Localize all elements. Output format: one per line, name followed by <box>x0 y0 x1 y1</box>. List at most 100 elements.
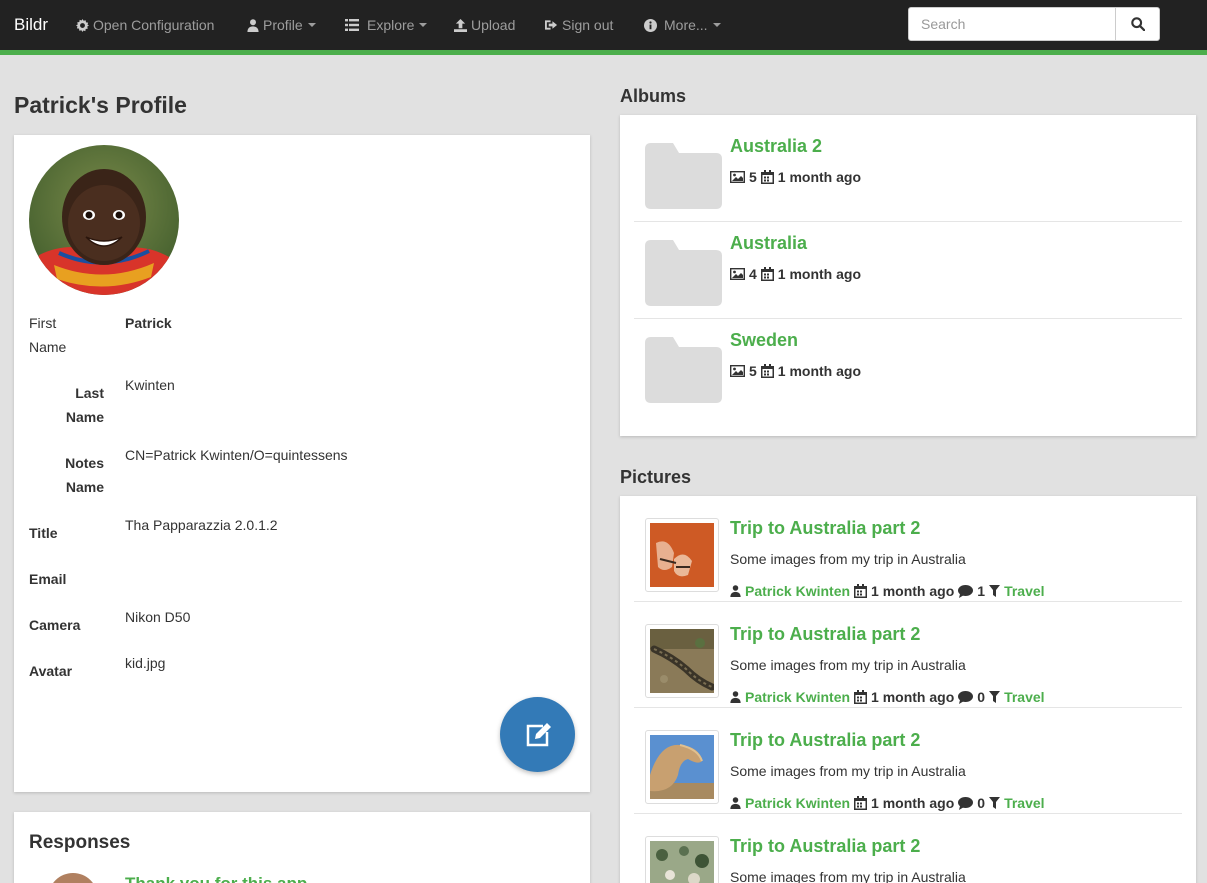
folder-icon <box>645 240 722 306</box>
picture-item[interactable]: Trip to Australia part 2 Some images fro… <box>634 496 1182 602</box>
filter-icon <box>989 585 1001 597</box>
field-value-camera: Nikon D50 <box>125 609 191 625</box>
tag-link[interactable]: Travel <box>1004 689 1044 705</box>
user-icon <box>730 691 741 703</box>
responses-panel: Responses Thank you for this app <box>14 812 590 883</box>
album-count: 5 <box>749 169 757 185</box>
tag-link[interactable]: Travel <box>1004 795 1044 811</box>
picture-item[interactable]: Trip to Australia part 2 Some images fro… <box>634 708 1182 814</box>
edit-profile-button[interactable] <box>500 697 575 772</box>
album-date: 1 month ago <box>777 363 862 379</box>
comment-count: 0 <box>977 689 986 705</box>
search-input[interactable] <box>909 8 1116 40</box>
filter-icon <box>989 691 1001 703</box>
response-link[interactable]: Thank you for this app <box>125 874 307 883</box>
response-avatar <box>48 873 98 883</box>
image-icon <box>730 171 745 183</box>
picture-meta: Patrick Kwinten 1 month ago 0 Travel <box>730 689 1045 705</box>
album-item[interactable]: Sweden 5 1 month ago <box>634 319 1182 416</box>
nav-label: Sign out <box>562 17 614 33</box>
edit-icon <box>526 722 551 746</box>
folder-icon <box>645 337 722 403</box>
albums-panel: Australia 2 5 1 month ago Australia 4 1 … <box>620 115 1196 436</box>
user-icon <box>730 797 741 809</box>
picture-description: Some images from my trip in Australia <box>730 657 966 673</box>
picture-date: 1 month ago <box>871 689 955 705</box>
album-title[interactable]: Sweden <box>730 330 798 351</box>
picture-thumbnail[interactable] <box>645 836 719 883</box>
user-icon <box>247 18 259 32</box>
album-date: 1 month ago <box>777 169 862 185</box>
nav-label: Profile <box>263 17 303 33</box>
image-icon <box>730 365 745 377</box>
responses-title: Responses <box>29 832 131 853</box>
comment-icon <box>958 584 974 598</box>
calendar-icon <box>854 690 868 704</box>
user-icon <box>730 585 741 597</box>
search-form <box>908 7 1160 41</box>
page-title: Patrick's Profile <box>14 92 187 118</box>
comment-icon <box>958 690 974 704</box>
sign-out-icon <box>545 20 558 30</box>
picture-item[interactable]: Trip to Australia part 2 Some images fro… <box>634 814 1182 883</box>
nav-label: Open Configuration <box>93 17 215 33</box>
picture-title[interactable]: Trip to Australia part 2 <box>730 730 920 751</box>
avatar <box>29 145 179 295</box>
field-value-notes-name: CN=Patrick Kwinten/O=quintessens <box>125 447 348 463</box>
field-label-first-name: First Name <box>29 315 67 355</box>
list-icon <box>345 19 359 31</box>
nav-label: More... <box>664 17 708 33</box>
picture-thumbnail[interactable] <box>645 518 719 592</box>
picture-item[interactable]: Trip to Australia part 2 Some images fro… <box>634 602 1182 708</box>
caret-down-icon <box>307 23 316 27</box>
field-label-last-name: Last Name <box>65 385 104 425</box>
picture-title[interactable]: Trip to Australia part 2 <box>730 836 920 857</box>
picture-date: 1 month ago <box>871 795 955 811</box>
nav-profile[interactable]: Profile <box>247 17 316 33</box>
nav-label: Explore <box>367 17 415 33</box>
picture-thumbnail[interactable] <box>645 730 719 804</box>
filter-icon <box>989 797 1001 809</box>
album-meta: 5 1 month ago <box>730 363 861 379</box>
album-title[interactable]: Australia 2 <box>730 136 822 157</box>
comment-icon <box>958 796 974 810</box>
nav-sign-out[interactable]: Sign out <box>545 17 613 33</box>
field-value-first-name: Patrick <box>125 315 172 331</box>
album-item[interactable]: Australia 2 5 1 month ago <box>634 125 1182 222</box>
field-label-title: Title <box>29 525 58 541</box>
gear-icon <box>76 18 89 32</box>
field-value-avatar: kid.jpg <box>125 655 166 671</box>
picture-description: Some images from my trip in Australia <box>730 551 966 567</box>
album-count: 4 <box>749 266 757 282</box>
field-label-avatar: Avatar <box>29 663 73 679</box>
search-icon <box>1130 17 1145 31</box>
brand-logo[interactable]: Bildr <box>14 15 48 35</box>
albums-title: Albums <box>620 86 687 106</box>
nav-more[interactable]: More... <box>644 17 721 33</box>
comment-count: 1 <box>977 583 986 599</box>
top-navbar: Bildr Open Configuration Profile Explore… <box>0 0 1207 50</box>
picture-meta: Patrick Kwinten 1 month ago 1 Travel <box>730 583 1045 599</box>
picture-title[interactable]: Trip to Australia part 2 <box>730 518 920 539</box>
calendar-icon <box>760 267 774 281</box>
author-link[interactable]: Patrick Kwinten <box>745 689 850 705</box>
tag-link[interactable]: Travel <box>1004 583 1044 599</box>
album-count: 5 <box>749 363 757 379</box>
picture-title[interactable]: Trip to Australia part 2 <box>730 624 920 645</box>
search-button[interactable] <box>1116 8 1159 40</box>
picture-description: Some images from my trip in Australia <box>730 869 966 883</box>
nav-explore[interactable]: Explore <box>345 17 428 33</box>
author-link[interactable]: Patrick Kwinten <box>745 795 850 811</box>
profile-panel: First Name Patrick Last Name Kwinten Not… <box>14 135 590 792</box>
nav-upload[interactable]: Upload <box>454 17 515 33</box>
nav-label: Upload <box>471 17 516 33</box>
album-meta: 5 1 month ago <box>730 169 861 185</box>
nav-open-configuration[interactable]: Open Configuration <box>76 17 214 33</box>
image-icon <box>730 268 745 280</box>
album-title[interactable]: Australia <box>730 233 807 254</box>
author-link[interactable]: Patrick Kwinten <box>745 583 850 599</box>
picture-thumbnail[interactable] <box>645 624 719 698</box>
calendar-icon <box>760 170 774 184</box>
album-item[interactable]: Australia 4 1 month ago <box>634 222 1182 319</box>
pictures-title: Pictures <box>620 467 692 487</box>
